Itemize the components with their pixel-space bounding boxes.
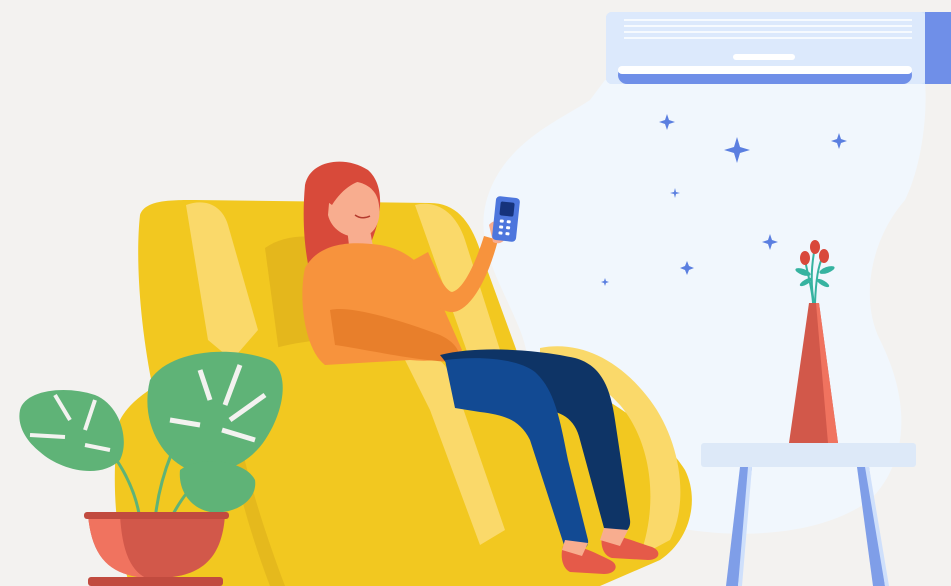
illustration-scene: [0, 0, 951, 586]
air-conditioner-icon: [606, 12, 951, 84]
scene-svg: [19, 12, 951, 586]
remote-control-icon: [492, 196, 520, 242]
